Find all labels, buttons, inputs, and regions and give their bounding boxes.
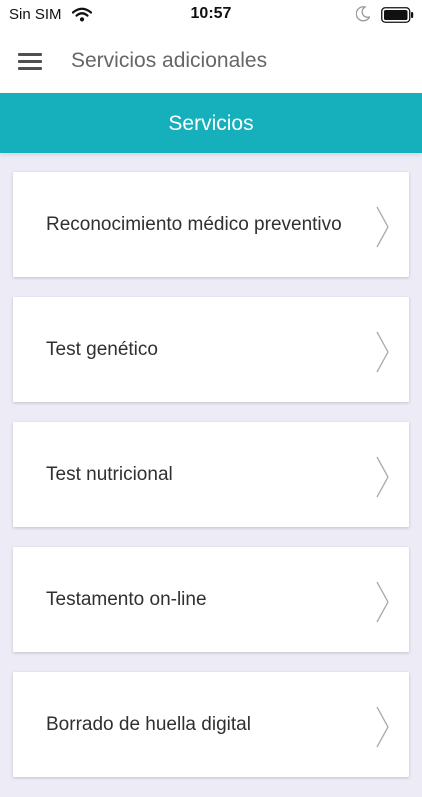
chevron-right-icon [376,206,389,248]
service-item-borrado-huella-digital[interactable]: Borrado de huella digital [13,672,409,777]
service-item-label: Borrado de huella digital [46,714,251,735]
status-bar: Sin SIM 10:57 [0,0,422,30]
section-header: Servicios [0,93,422,153]
chevron-right-icon [376,456,389,498]
navigation-bar: Servicios adicionales [0,30,422,93]
chevron-right-icon [376,331,389,373]
chevron-right-icon [376,581,389,623]
service-item-reconocimiento-medico[interactable]: Reconocimiento médico preventivo [13,172,409,277]
service-item-testamento-online[interactable]: Testamento on-line [13,547,409,652]
service-item-test-nutricional[interactable]: Test nutricional [13,422,409,527]
service-item-label: Test genético [46,339,158,360]
service-item-label: Test nutricional [46,464,173,485]
moon-icon [355,6,371,27]
hamburger-menu-icon[interactable] [18,51,42,71]
service-item-label: Reconocimiento médico preventivo [46,214,342,235]
page-title: Servicios adicionales [71,49,268,72]
service-item-test-genetico[interactable]: Test genético [13,297,409,402]
chevron-right-icon [376,706,389,748]
battery-icon [381,7,414,28]
service-list: Reconocimiento médico preventivo Test ge… [13,172,409,797]
service-item-label: Testamento on-line [46,589,207,610]
